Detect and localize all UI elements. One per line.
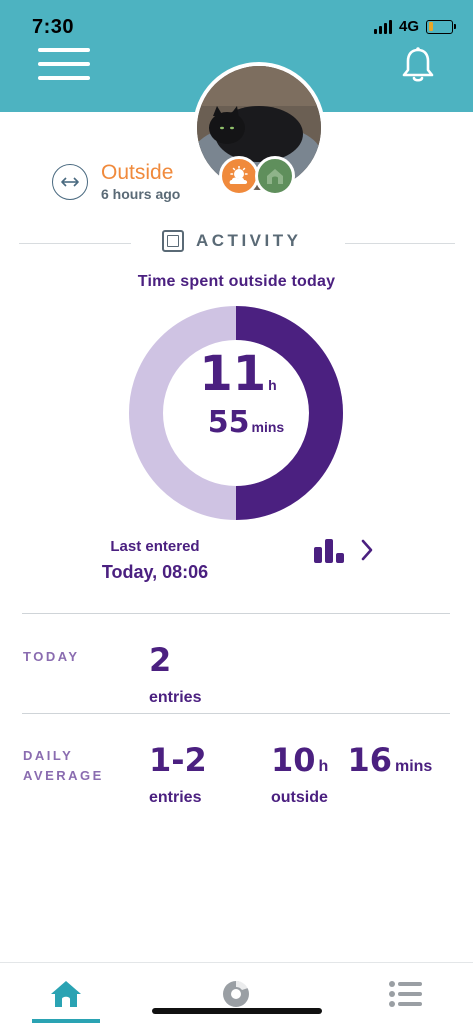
menu-button[interactable]: [38, 48, 90, 80]
home-indicator: [152, 1008, 322, 1014]
chart-title: Time spent outside today: [137, 273, 336, 290]
network-type: 4G: [398, 18, 419, 35]
activity-dial-icon: [223, 980, 249, 1007]
section-divider-left: [19, 243, 131, 244]
chevron-right-icon: [361, 539, 373, 561]
daily-average-label: DAILY AVERAGE: [23, 748, 104, 783]
average-entries-value: 1-2: [149, 741, 207, 779]
hours-unit: h: [268, 377, 277, 393]
in-out-arrows-icon: [52, 164, 88, 200]
average-entries-label: entries: [149, 789, 202, 806]
hours-readout: 11 h: [188, 346, 288, 402]
average-outside-label: outside: [271, 789, 328, 806]
today-label: TODAY: [23, 649, 80, 664]
section-divider-right: [345, 243, 455, 244]
status-indicators: 4G: [373, 18, 456, 35]
average-outside-time: 10 h 16 mins: [271, 741, 433, 779]
activity-icon: [162, 230, 184, 252]
home-icon: [51, 981, 81, 1007]
minutes-value: 55: [207, 405, 250, 440]
outside-weather-badge-icon: [219, 156, 259, 196]
tab-bar: [0, 962, 473, 1024]
activity-title: ACTIVITY: [196, 231, 302, 250]
home-badge-icon: [255, 156, 295, 196]
list-icon: [389, 981, 422, 1007]
last-entered-value: Today, 08:06: [101, 562, 209, 582]
notifications-bell-icon[interactable]: [400, 46, 436, 84]
signal-icon: [373, 19, 392, 34]
divider: [22, 713, 450, 714]
location-status-label: Outside: [101, 161, 174, 184]
battery-icon: [426, 19, 456, 34]
tab-list[interactable]: [366, 969, 446, 1019]
activity-section-header: ACTIVITY: [162, 230, 301, 252]
active-tab-indicator: [32, 1019, 100, 1023]
status-time: 7:30: [32, 16, 75, 38]
pet-location-status[interactable]: Outside 6 hours ago: [52, 162, 180, 202]
today-entries-value: 2: [149, 641, 172, 679]
last-entered-label: Last entered: [110, 538, 200, 555]
minutes-unit: mins: [251, 419, 285, 435]
today-entries-label: entries: [149, 689, 202, 706]
hours-value: 11: [199, 346, 267, 402]
view-stats-button[interactable]: [312, 534, 384, 566]
minutes-readout: 55 mins: [186, 405, 306, 440]
location-status-time: 6 hours ago: [101, 186, 181, 202]
tab-home[interactable]: [26, 969, 106, 1019]
bar-chart-icon: [314, 539, 344, 563]
divider: [22, 613, 450, 614]
